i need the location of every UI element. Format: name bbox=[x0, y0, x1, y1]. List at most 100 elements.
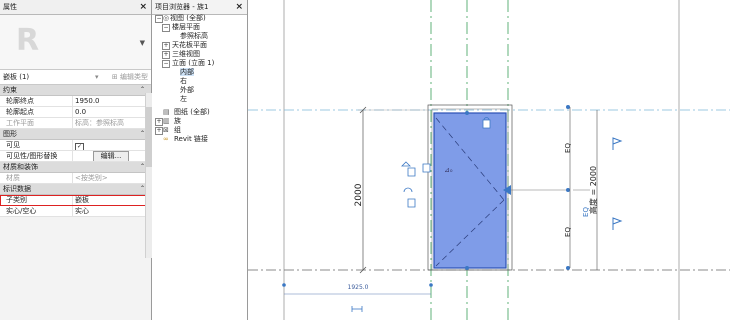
edit-type-icon: ⊞ bbox=[111, 73, 118, 81]
expand-icon[interactable]: + bbox=[155, 127, 163, 135]
work-plane-icon: ⊿ₒ bbox=[444, 166, 453, 174]
shape-handle[interactable] bbox=[429, 283, 433, 287]
shape-handle[interactable] bbox=[566, 266, 570, 270]
property-row: 轮廓起点 0.0 bbox=[0, 107, 151, 118]
property-row-subcategory: 子类别 嵌板 bbox=[0, 195, 151, 206]
tree-node-floor-plans[interactable]: − 楼层平面 bbox=[152, 23, 248, 32]
category-label: 材质和装饰 bbox=[3, 163, 38, 171]
expand-icon[interactable]: + bbox=[155, 118, 163, 126]
height-dimension-text[interactable]: 2000 bbox=[354, 183, 364, 206]
chevron-down-icon[interactable]: ▼ bbox=[140, 39, 145, 47]
lock-shackle bbox=[403, 187, 413, 193]
property-row: 工作平面 标高：参照标高 bbox=[0, 118, 151, 129]
property-row: 实心/空心 实心 bbox=[0, 206, 151, 217]
lock-icon[interactable] bbox=[407, 167, 416, 177]
lock-icon[interactable] bbox=[401, 161, 411, 167]
visible-checkbox-cell: ✓ bbox=[73, 140, 151, 150]
browser-title: 项目浏览器 - 族1 bbox=[155, 3, 209, 11]
category-label: 标识数据 bbox=[3, 185, 31, 193]
tree-node-label: 楼层平面 bbox=[172, 23, 200, 31]
close-icon[interactable]: × bbox=[139, 0, 147, 14]
category-graphics[interactable]: 图形 ⌃ bbox=[0, 129, 151, 140]
lock-icon[interactable] bbox=[422, 163, 431, 173]
tree-node-3d-views[interactable]: + 三维视图 bbox=[152, 50, 248, 59]
tree-node-views[interactable]: − ◎ 视图 (全部) bbox=[152, 14, 248, 23]
category-label: 图形 bbox=[3, 130, 17, 138]
category-constraints[interactable]: 约束 ⌃ bbox=[0, 85, 151, 96]
tree-node-label: 天花板平面 bbox=[172, 41, 207, 49]
property-value-input[interactable]: 0.0 bbox=[73, 107, 151, 117]
tree-node-families[interactable]: + ▥ 族 bbox=[152, 117, 248, 126]
property-label: 材质 bbox=[0, 173, 73, 183]
tree-node-label: 外部 bbox=[180, 86, 194, 94]
shape-handle[interactable] bbox=[282, 283, 286, 287]
expand-icon[interactable]: + bbox=[162, 42, 170, 50]
tree-node-elevations[interactable]: − 立面 (立面 1) bbox=[152, 59, 248, 68]
eq-label[interactable]: EQ bbox=[564, 227, 572, 237]
property-row: 材质 <按类别> bbox=[0, 173, 151, 184]
tree-node-label: 图纸 (全部) bbox=[174, 108, 210, 116]
width-dimension-text[interactable]: 1925.0 bbox=[348, 284, 369, 291]
edit-button[interactable]: 编辑... bbox=[93, 151, 129, 161]
shape-handle[interactable] bbox=[566, 188, 570, 192]
properties-title: 属性 bbox=[3, 3, 17, 11]
scrollbar[interactable] bbox=[145, 93, 152, 258]
tree-node-exterior[interactable]: 外部 bbox=[152, 86, 248, 95]
door-panel[interactable] bbox=[433, 112, 507, 269]
instance-filter[interactable]: 嵌板 (1) ▾ ⊞ 编辑类型 bbox=[0, 69, 151, 85]
property-label: 可见 bbox=[0, 140, 73, 150]
property-value-select[interactable]: 嵌板 bbox=[73, 195, 151, 205]
tree-node-label: 内部 bbox=[180, 68, 194, 76]
properties-panel: 属性 × R ▼ 嵌板 (1) ▾ ⊞ 编辑类型 约束 ⌃ 轮廓终点 1950.0… bbox=[0, 0, 152, 320]
shape-handle[interactable] bbox=[465, 111, 469, 115]
category-materials[interactable]: 材质和装饰 ⌃ bbox=[0, 162, 151, 173]
views-icon: ◎ bbox=[163, 14, 170, 22]
groups-icon: ⊠ bbox=[163, 126, 169, 134]
tree-node-revit-links[interactable]: ∞ Revit 链接 bbox=[152, 135, 248, 144]
tree-node-interior[interactable]: 内部 bbox=[152, 68, 248, 77]
eq-label[interactable]: EQ bbox=[564, 143, 572, 153]
property-row: 轮廓终点 1950.0 bbox=[0, 96, 151, 107]
property-label: 轮廓终点 bbox=[0, 96, 73, 106]
type-selector[interactable]: R ▼ bbox=[0, 15, 151, 69]
elevation-view[interactable]: ⊿ₒ 2000 EQ EQ 高度 = 2000 EQ 1925.0 bbox=[248, 0, 730, 320]
browser-title-bar: 项目浏览器 - 族1 × bbox=[152, 0, 247, 15]
tree-node-left[interactable]: 左 bbox=[152, 95, 248, 104]
collapse-icon[interactable]: − bbox=[155, 15, 163, 23]
tree-node-label: Revit 链接 bbox=[174, 135, 208, 143]
tree-node-sheets[interactable]: ▤ 图纸 (全部) bbox=[152, 108, 248, 117]
tree-node-right[interactable]: 右 bbox=[152, 77, 248, 86]
tree-node-ceiling-plans[interactable]: + 天花板平面 bbox=[152, 41, 248, 50]
property-label: 可见性/图形替换 bbox=[0, 151, 73, 161]
eq-toggle-icon[interactable]: EQ bbox=[582, 207, 590, 217]
tree-node-label: 左 bbox=[180, 95, 187, 103]
property-value-input[interactable]: 1950.0 bbox=[73, 96, 151, 106]
property-value[interactable]: <按类别> bbox=[73, 173, 151, 183]
flip-control-icon[interactable] bbox=[612, 137, 623, 150]
category-identity[interactable]: 标识数据 ⌃ bbox=[0, 184, 151, 195]
tree-node-ref-level[interactable]: 参照标高 bbox=[152, 32, 248, 41]
chevron-down-icon[interactable]: ▾ bbox=[95, 70, 99, 84]
property-label: 实心/空心 bbox=[0, 206, 73, 216]
lock-icon[interactable] bbox=[407, 198, 416, 208]
flip-control-icon[interactable] bbox=[612, 217, 623, 230]
shape-handle[interactable] bbox=[465, 266, 469, 270]
tree-node-groups[interactable]: + ⊠ 组 bbox=[152, 126, 248, 135]
height-parameter-text[interactable]: 高度 = 2000 bbox=[588, 166, 598, 214]
expand-icon[interactable]: + bbox=[162, 51, 170, 59]
edit-type-label: 编辑类型 bbox=[120, 73, 148, 81]
collapse-icon[interactable]: − bbox=[162, 60, 170, 68]
shape-handle[interactable] bbox=[566, 105, 570, 109]
category-label: 约束 bbox=[3, 86, 17, 94]
property-value: 编辑... bbox=[73, 151, 151, 161]
edit-type-button[interactable]: ⊞ 编辑类型 bbox=[112, 70, 148, 84]
tree-node-label: 族 bbox=[174, 117, 181, 125]
collapse-icon[interactable]: − bbox=[162, 24, 170, 32]
lock-icon[interactable] bbox=[482, 119, 491, 129]
visible-checkbox[interactable]: ✓ bbox=[75, 143, 84, 150]
drawing-canvas[interactable]: ⊿ₒ 2000 EQ EQ 高度 = 2000 EQ 1925.0 bbox=[248, 0, 730, 320]
tree-node-label: 参照标高 bbox=[180, 32, 208, 40]
property-value-select[interactable]: 实心 bbox=[73, 206, 151, 216]
close-icon[interactable]: × bbox=[235, 0, 243, 14]
property-value: 标高：参照标高 bbox=[75, 119, 124, 127]
